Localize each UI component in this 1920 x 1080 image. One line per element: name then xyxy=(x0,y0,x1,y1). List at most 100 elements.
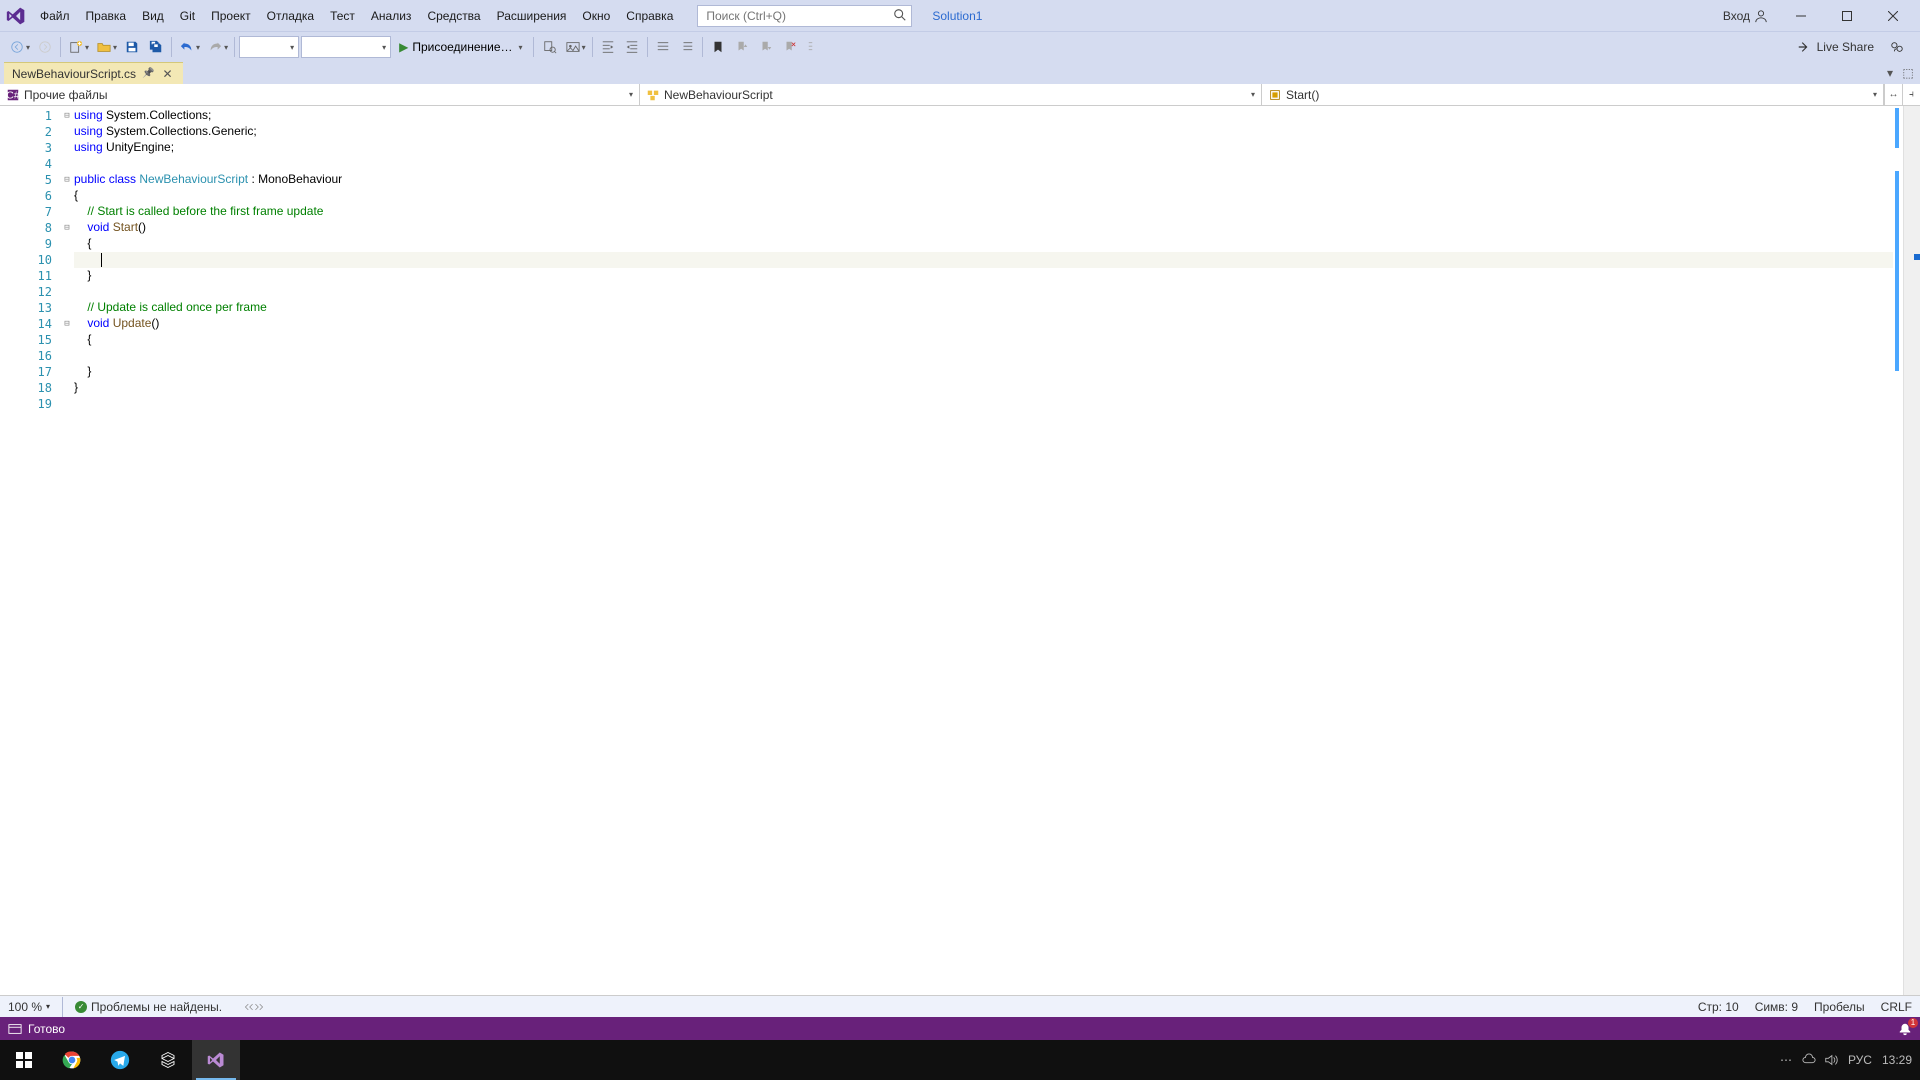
login-button[interactable]: Вход xyxy=(1715,9,1776,23)
code-line[interactable] xyxy=(74,284,1893,300)
bookmark-button[interactable] xyxy=(707,35,729,59)
close-button[interactable] xyxy=(1872,2,1914,30)
next-bookmark-button[interactable] xyxy=(755,35,777,59)
undo-button[interactable]: ▾ xyxy=(176,35,202,59)
telegram-taskbar-icon[interactable] xyxy=(96,1040,144,1080)
menu-item-анализ[interactable]: Анализ xyxy=(363,0,420,31)
tab-dropdown-button[interactable]: ▾ xyxy=(1882,65,1898,81)
maximize-button[interactable] xyxy=(1826,2,1868,30)
comment-button[interactable] xyxy=(652,35,674,59)
code-line[interactable]: // Update is called once per frame xyxy=(74,300,1893,316)
indent-more-button[interactable] xyxy=(621,35,643,59)
open-file-button[interactable]: ▾ xyxy=(93,35,119,59)
code-line[interactable] xyxy=(74,252,1893,268)
nav-project-combo[interactable]: C# Прочие файлы ▾ xyxy=(0,84,640,105)
live-share-button[interactable]: Live Share xyxy=(1791,40,1880,54)
chrome-taskbar-icon[interactable] xyxy=(48,1040,96,1080)
code-line[interactable]: using UnityEngine; xyxy=(74,140,1893,156)
uncomment-button[interactable] xyxy=(676,35,698,59)
split-view-button-2[interactable]: ⫞ xyxy=(1902,84,1920,105)
menu-item-файл[interactable]: Файл xyxy=(32,0,78,31)
save-button[interactable] xyxy=(121,35,143,59)
volume-icon[interactable] xyxy=(1824,1053,1838,1067)
code-line[interactable]: { xyxy=(74,188,1893,204)
redo-button[interactable]: ▾ xyxy=(204,35,230,59)
cloud-icon[interactable] xyxy=(1802,1053,1816,1067)
fold-toggle[interactable]: ⊟ xyxy=(60,220,74,236)
menu-item-тест[interactable]: Тест xyxy=(322,0,363,31)
platform-combo[interactable]: ▾ xyxy=(301,36,391,58)
code-line[interactable] xyxy=(74,396,1893,412)
vertical-scrollbar[interactable] xyxy=(1903,106,1920,995)
menu-item-правка[interactable]: Правка xyxy=(78,0,135,31)
nav-arrows[interactable] xyxy=(244,1001,264,1013)
menu-item-вид[interactable]: Вид xyxy=(134,0,172,31)
line-indicator[interactable]: Стр: 10 xyxy=(1698,1000,1739,1014)
code-line[interactable]: void Start() xyxy=(74,220,1893,236)
code-line[interactable]: } xyxy=(74,380,1893,396)
code-line[interactable]: { xyxy=(74,332,1893,348)
nav-back-button[interactable]: ▾ xyxy=(6,35,32,59)
zoom-control[interactable]: 100 % ▾ xyxy=(8,1000,50,1014)
menu-item-окно[interactable]: Окно xyxy=(574,0,618,31)
split-view-button[interactable]: ↔ xyxy=(1884,84,1902,105)
fold-toggle[interactable]: ⊟ xyxy=(60,108,74,124)
menu-item-отладка[interactable]: Отладка xyxy=(259,0,322,31)
tray-time[interactable]: 13:29 xyxy=(1882,1053,1912,1067)
code-line[interactable]: } xyxy=(74,364,1893,380)
nav-member-combo[interactable]: Start() ▾ xyxy=(1262,84,1884,105)
clear-bookmarks-button[interactable] xyxy=(779,35,801,59)
eol-indicator[interactable]: CRLF xyxy=(1881,1000,1912,1014)
new-item-button[interactable]: ▾ xyxy=(65,35,91,59)
more-bookmarks-button[interactable] xyxy=(803,35,825,59)
search-input[interactable] xyxy=(698,9,911,23)
prev-bookmark-button[interactable] xyxy=(731,35,753,59)
menu-bar: ФайлПравкаВидGitПроектОтладкаТестАнализС… xyxy=(0,0,1920,32)
run-attach-button[interactable]: ▶ Присоединение… ▾ xyxy=(393,35,528,59)
search-box[interactable] xyxy=(697,5,912,27)
minimize-button[interactable] xyxy=(1780,2,1822,30)
find-in-files-button[interactable] xyxy=(538,35,560,59)
code-line[interactable]: public class NewBehaviourScript : MonoBe… xyxy=(74,172,1893,188)
code-line[interactable] xyxy=(74,348,1893,364)
code-line[interactable]: void Update() xyxy=(74,316,1893,332)
code-area[interactable]: using System.Collections;using System.Co… xyxy=(74,106,1893,995)
tab-pin-icon[interactable]: �записан xyxy=(142,68,154,79)
tray-more-icon[interactable]: ⋯ xyxy=(1780,1053,1792,1067)
image-tool-button[interactable]: ▾ xyxy=(562,35,588,59)
tab-file[interactable]: NewBehaviourScript.cs �записан ✕ xyxy=(4,62,183,84)
issues-indicator[interactable]: ✓ Проблемы не найдены. xyxy=(75,1000,222,1014)
tab-close-icon[interactable]: ✕ xyxy=(161,67,175,81)
feedback-button[interactable] xyxy=(1886,35,1908,59)
indent-less-button[interactable] xyxy=(597,35,619,59)
menubar-right: Вход xyxy=(1715,2,1914,30)
vs-taskbar-icon[interactable] xyxy=(192,1040,240,1080)
fold-toggle[interactable]: ⊟ xyxy=(60,172,74,188)
code-line[interactable]: { xyxy=(74,236,1893,252)
nav-class-combo[interactable]: NewBehaviourScript ▾ xyxy=(640,84,1262,105)
menu-item-средства[interactable]: Средства xyxy=(419,0,488,31)
unity-taskbar-icon[interactable] xyxy=(144,1040,192,1080)
col-indicator[interactable]: Симв: 9 xyxy=(1755,1000,1798,1014)
config-combo[interactable]: ▾ xyxy=(239,36,299,58)
save-all-button[interactable] xyxy=(145,35,167,59)
solution-name[interactable]: Solution1 xyxy=(932,9,982,23)
tray-lang[interactable]: РУС xyxy=(1848,1053,1872,1067)
fold-toggle[interactable]: ⊟ xyxy=(60,316,74,332)
menu-item-расширения[interactable]: Расширения xyxy=(489,0,575,31)
code-line[interactable]: // Start is called before the first fram… xyxy=(74,204,1893,220)
nav-forward-button[interactable] xyxy=(34,35,56,59)
start-button[interactable] xyxy=(0,1040,48,1080)
menu-item-справка[interactable]: Справка xyxy=(618,0,681,31)
menu-item-проект[interactable]: Проект xyxy=(203,0,259,31)
code-line[interactable]: } xyxy=(74,268,1893,284)
method-icon xyxy=(1268,88,1282,102)
tab-fullscreen-button[interactable]: ⬚ xyxy=(1900,65,1916,81)
system-tray[interactable]: ⋯ РУС 13:29 xyxy=(1780,1053,1920,1067)
code-line[interactable] xyxy=(74,156,1893,172)
menu-item-git[interactable]: Git xyxy=(172,0,203,31)
indent-indicator[interactable]: Пробелы xyxy=(1814,1000,1865,1014)
code-line[interactable]: using System.Collections.Generic; xyxy=(74,124,1893,140)
notifications-button[interactable]: 1 xyxy=(1898,1022,1912,1036)
code-line[interactable]: using System.Collections; xyxy=(74,108,1893,124)
